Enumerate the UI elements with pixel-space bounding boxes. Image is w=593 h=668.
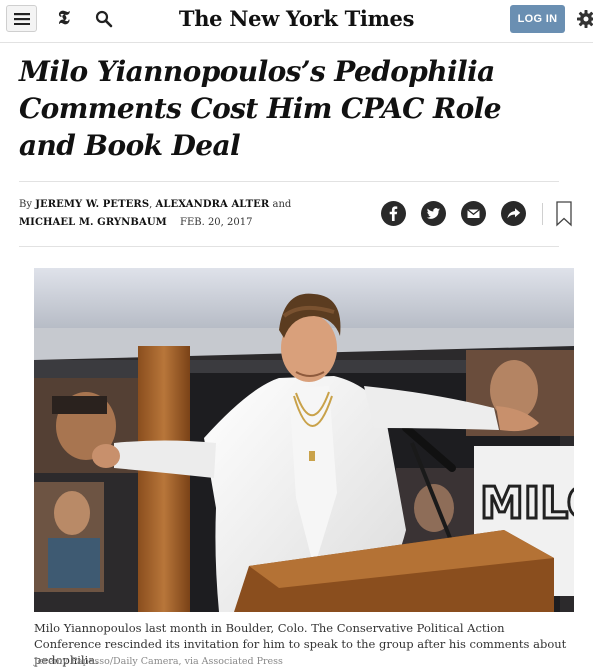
byline-separator: , bbox=[149, 199, 153, 210]
more-share-button[interactable] bbox=[501, 201, 526, 226]
top-nav-bar: 𝕿 The New York Times LOG IN bbox=[0, 0, 593, 40]
twitter-icon bbox=[426, 208, 440, 219]
settings-button[interactable] bbox=[576, 9, 593, 29]
masthead-logo[interactable]: The New York Times bbox=[179, 6, 415, 31]
search-icon bbox=[95, 10, 113, 28]
facebook-share-button[interactable] bbox=[381, 201, 406, 226]
backdrop-sign-text: MILO bbox=[480, 478, 574, 529]
email-icon bbox=[467, 208, 480, 218]
publish-date: Feb. 20, 2017 bbox=[180, 217, 253, 228]
article-headline: Milo Yiannopoulos’s Pedophilia Comments … bbox=[19, 55, 502, 162]
email-share-button[interactable] bbox=[461, 201, 486, 226]
login-button[interactable]: LOG IN bbox=[510, 5, 565, 33]
headline-divider bbox=[19, 181, 559, 182]
twitter-share-button[interactable] bbox=[421, 201, 446, 226]
share-divider bbox=[542, 203, 543, 225]
facebook-icon bbox=[389, 206, 398, 221]
gear-icon bbox=[577, 10, 593, 28]
author-link[interactable]: Michael M. Grynbaum bbox=[19, 217, 167, 228]
byline-conjunction: and bbox=[272, 199, 292, 210]
photo-credit: Jeremy Papasso/Daily Camera, via Associa… bbox=[34, 656, 283, 667]
byline-prefix: By bbox=[19, 199, 32, 210]
article-photo[interactable]: MILO bbox=[34, 268, 574, 612]
nyt-t-logo-icon[interactable]: 𝕿 bbox=[58, 6, 70, 30]
byline-divider bbox=[19, 246, 559, 247]
byline: By Jeremy W. Peters, Alexandra Alter and… bbox=[19, 196, 359, 232]
author-link[interactable]: Alexandra Alter bbox=[156, 199, 270, 210]
search-button[interactable] bbox=[95, 10, 113, 28]
hamburger-icon bbox=[14, 13, 30, 25]
share-icon bbox=[507, 208, 521, 219]
bookmark-icon bbox=[556, 201, 572, 227]
header-divider bbox=[0, 42, 593, 43]
save-button[interactable] bbox=[555, 200, 573, 227]
menu-button[interactable] bbox=[6, 5, 37, 32]
author-link[interactable]: Jeremy W. Peters bbox=[35, 199, 149, 210]
